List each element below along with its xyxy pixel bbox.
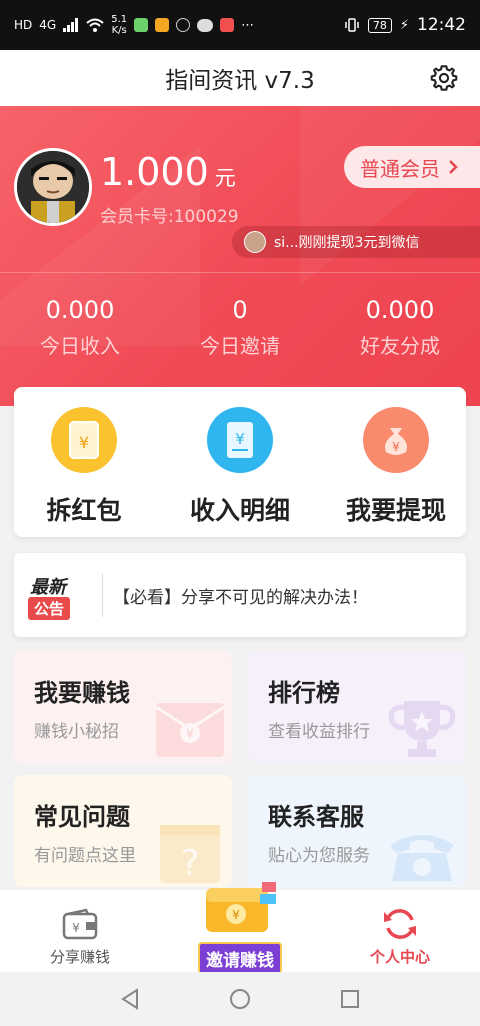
app-notification-icon bbox=[155, 18, 170, 32]
red-envelope-icon: ¥ bbox=[51, 407, 117, 473]
battery-indicator: 78 bbox=[367, 17, 392, 33]
svg-text:¥: ¥ bbox=[232, 908, 240, 922]
quick-actions-card: ¥ 拆红包 ¥ 收入明细 ¥ 我要提现 bbox=[14, 387, 466, 537]
trophy-icon bbox=[388, 701, 456, 757]
speed-unit: K/s bbox=[111, 25, 127, 36]
tab-invite-earn[interactable]: ¥ 邀请赚钱 bbox=[160, 882, 320, 975]
svg-text:¥: ¥ bbox=[72, 921, 80, 935]
tile-customer-service[interactable]: 联系客服 贴心为您服务 bbox=[248, 775, 466, 887]
vibrate-icon bbox=[345, 18, 359, 32]
status-bar: HD 4G 5.1 K/s ⋯ 78 ⚡ 12:42 bbox=[0, 0, 480, 50]
avatar[interactable] bbox=[14, 148, 92, 226]
withdraw-button[interactable]: ¥ 我要提现 bbox=[321, 407, 471, 527]
receipt-icon: ¥ bbox=[207, 407, 273, 473]
speed-value: 5.1 bbox=[111, 14, 128, 25]
signal-icon bbox=[63, 18, 79, 32]
chevron-right-icon bbox=[449, 160, 458, 174]
account-header: 1.000 元 会员卡号:100029 普通会员 si...刚刚提现3元到微信 0… bbox=[0, 106, 480, 406]
member-level-button[interactable]: 普通会员 bbox=[344, 146, 480, 188]
action-label: 我要提现 bbox=[345, 496, 446, 525]
system-nav-bar bbox=[0, 972, 480, 1026]
network-type-icon: 4G bbox=[39, 18, 57, 32]
tab-label: 个人中心 bbox=[369, 948, 430, 966]
stat-friend-share: 0.000 好友分成 bbox=[320, 296, 480, 359]
badge-top-text: 最新 bbox=[30, 577, 66, 598]
stat-label: 好友分成 bbox=[360, 334, 440, 358]
bottom-tab-bar: ¥ 分享赚钱 ¥ 邀请赚钱 个人中心 bbox=[0, 882, 480, 975]
action-label: 拆红包 bbox=[46, 496, 122, 525]
announcement-bar[interactable]: 最新 公告 【必看】分享不可见的解决办法！ bbox=[14, 553, 466, 637]
page-title: 指间资讯 v7.3 bbox=[165, 68, 315, 94]
recents-icon[interactable] bbox=[339, 988, 361, 1010]
badge-bottom-text: 公告 bbox=[28, 597, 71, 620]
refresh-icon bbox=[384, 909, 416, 939]
stat-value: 0.000 bbox=[45, 296, 115, 324]
envelope-icon: ¥ bbox=[155, 703, 225, 757]
clock: 12:42 bbox=[417, 15, 466, 35]
stat-today-invites: 0 今日邀请 bbox=[160, 296, 320, 359]
question-icon: ? bbox=[160, 825, 220, 883]
tab-personal-center[interactable]: 个人中心 bbox=[320, 890, 480, 972]
wallet-icon: ¥ bbox=[62, 908, 98, 940]
svg-text:¥: ¥ bbox=[392, 440, 400, 454]
tab-label: 邀请赚钱 bbox=[198, 942, 282, 975]
gear-icon[interactable] bbox=[430, 64, 458, 92]
tile-title: 我要赚钱 bbox=[34, 679, 130, 707]
withdraw-ticker: si...刚刚提现3元到微信 bbox=[232, 226, 480, 258]
stat-label: 今日收入 bbox=[40, 334, 120, 358]
tile-title: 常见问题 bbox=[34, 803, 130, 831]
income-details-button[interactable]: ¥ 收入明细 bbox=[165, 407, 315, 527]
tile-subtitle: 有问题点这里 bbox=[34, 846, 136, 866]
tile-subtitle: 赚钱小秘招 bbox=[34, 722, 119, 742]
stat-value: 0 bbox=[232, 296, 248, 324]
ticker-text: si...刚刚提现3元到微信 bbox=[274, 235, 420, 251]
tile-leaderboard[interactable]: 排行榜 查看收益排行 bbox=[248, 651, 466, 763]
app-notification-icon bbox=[134, 18, 149, 32]
action-label: 收入明细 bbox=[189, 496, 290, 525]
svg-text:¥: ¥ bbox=[186, 727, 194, 741]
announcement-text: 【必看】分享不可见的解决办法！ bbox=[113, 587, 368, 608]
money-bag-icon: ¥ bbox=[363, 407, 429, 473]
hd-icon: HD bbox=[14, 18, 33, 32]
charging-icon: ⚡ bbox=[399, 17, 409, 33]
tile-subtitle: 查看收益排行 bbox=[268, 722, 370, 742]
home-icon[interactable] bbox=[229, 988, 251, 1010]
gift-icon: ¥ bbox=[206, 882, 276, 932]
svg-text:¥: ¥ bbox=[79, 433, 89, 452]
tab-share-earn[interactable]: ¥ 分享赚钱 bbox=[0, 890, 160, 972]
back-icon[interactable] bbox=[119, 988, 141, 1010]
more-notifications-icon: ⋯ bbox=[241, 17, 255, 33]
divider bbox=[0, 272, 480, 273]
app-notification-icon bbox=[220, 18, 235, 32]
tile-earn-money[interactable]: 我要赚钱 赚钱小秘招 ¥ bbox=[14, 651, 232, 763]
member-card-number: 会员卡号:100029 bbox=[100, 207, 239, 227]
tile-faq[interactable]: 常见问题 有问题点这里 ? bbox=[14, 775, 232, 887]
ticker-avatar bbox=[244, 231, 266, 253]
svg-text:¥: ¥ bbox=[235, 430, 245, 448]
network-speed: 5.1 K/s bbox=[111, 14, 127, 36]
svg-text:?: ? bbox=[180, 843, 199, 883]
app-notification-icon bbox=[176, 18, 191, 32]
balance-display: 1.000 元 bbox=[100, 150, 236, 194]
tab-label: 分享赚钱 bbox=[49, 948, 110, 966]
wechat-icon bbox=[197, 18, 214, 32]
balance-amount: 1.000 bbox=[100, 150, 209, 194]
title-bar: 指间资讯 v7.3 bbox=[0, 50, 480, 106]
phone-icon bbox=[390, 835, 454, 881]
member-level-label: 普通会员 bbox=[360, 156, 440, 181]
tile-subtitle: 贴心为您服务 bbox=[268, 846, 370, 866]
stat-today-income: 0.000 今日收入 bbox=[0, 296, 160, 359]
balance-unit: 元 bbox=[214, 166, 236, 190]
divider bbox=[102, 573, 103, 617]
tile-title: 联系客服 bbox=[268, 803, 364, 831]
wifi-icon bbox=[86, 18, 104, 32]
avatar-image bbox=[17, 151, 89, 223]
stat-label: 今日邀请 bbox=[200, 334, 280, 358]
tile-title: 排行榜 bbox=[268, 679, 340, 707]
stat-value: 0.000 bbox=[365, 296, 435, 324]
background-decoration bbox=[300, 106, 480, 286]
open-red-envelope-button[interactable]: ¥ 拆红包 bbox=[9, 407, 159, 527]
announcement-badge: 最新 公告 bbox=[24, 565, 94, 625]
